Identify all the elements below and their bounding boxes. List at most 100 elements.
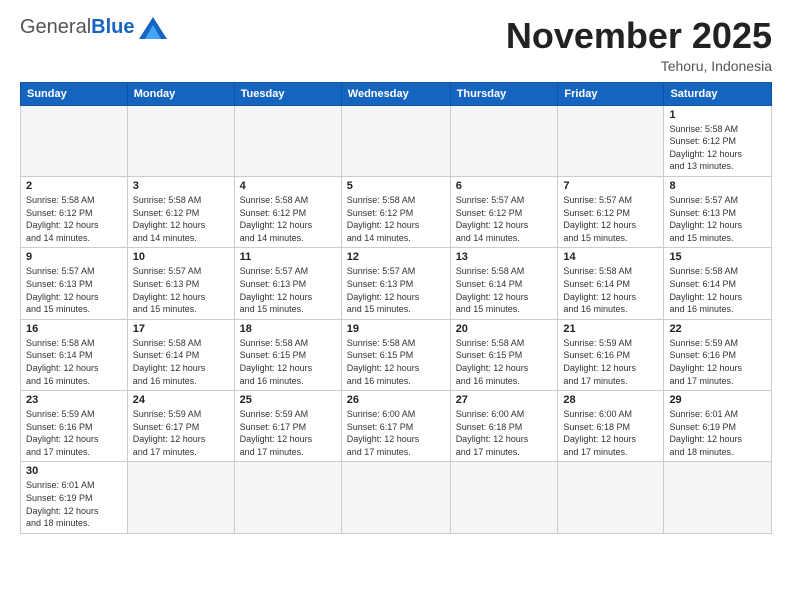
table-row bbox=[127, 462, 234, 533]
day-number: 25 bbox=[240, 394, 336, 406]
day-info: Sunrise: 5:58 AM Sunset: 6:14 PM Dayligh… bbox=[669, 265, 766, 315]
calendar-row: 1 Sunrise: 5:58 AM Sunset: 6:12 PM Daylig… bbox=[21, 105, 772, 176]
table-row: 17Sunrise: 5:58 AM Sunset: 6:14 PM Dayli… bbox=[127, 319, 234, 390]
day-number: 12 bbox=[347, 251, 445, 263]
day-number: 19 bbox=[347, 323, 445, 335]
day-number: 2 bbox=[26, 180, 122, 192]
col-thursday: Thursday bbox=[450, 82, 558, 105]
table-row bbox=[558, 105, 664, 176]
day-number: 16 bbox=[26, 323, 122, 335]
calendar-row: 30Sunrise: 6:01 AM Sunset: 6:19 PM Dayli… bbox=[21, 462, 772, 533]
day-info: Sunrise: 5:58 AM Sunset: 6:14 PM Dayligh… bbox=[26, 337, 122, 387]
logo-icon bbox=[139, 17, 167, 39]
table-row: 13 Sunrise: 5:58 AM Sunset: 6:14 PM Dayli… bbox=[450, 248, 558, 319]
day-number: 21 bbox=[563, 323, 658, 335]
table-row: 2 Sunrise: 5:58 AM Sunset: 6:12 PM Daylig… bbox=[21, 176, 128, 247]
table-row: 10 Sunrise: 5:57 AM Sunset: 6:13 PM Dayli… bbox=[127, 248, 234, 319]
table-row: 27 Sunrise: 6:00 AM Sunset: 6:18 PM Dayli… bbox=[450, 391, 558, 462]
table-row bbox=[341, 462, 450, 533]
day-info: Sunrise: 5:58 AM Sunset: 6:15 PM Dayligh… bbox=[240, 337, 336, 387]
table-row: 21Sunrise: 5:59 AM Sunset: 6:16 PM Dayli… bbox=[558, 319, 664, 390]
table-row: 4 Sunrise: 5:58 AM Sunset: 6:12 PM Daylig… bbox=[234, 176, 341, 247]
col-sunday: Sunday bbox=[21, 82, 128, 105]
day-info: Sunrise: 5:58 AM Sunset: 6:15 PM Dayligh… bbox=[456, 337, 553, 387]
table-row bbox=[21, 105, 128, 176]
day-info: Sunrise: 5:58 AM Sunset: 6:12 PM Dayligh… bbox=[133, 194, 229, 244]
table-row: 25 Sunrise: 5:59 AM Sunset: 6:17 PM Dayli… bbox=[234, 391, 341, 462]
day-info: Sunrise: 5:59 AM Sunset: 6:16 PM Dayligh… bbox=[26, 408, 122, 458]
table-row bbox=[450, 462, 558, 533]
table-row: 6Sunrise: 5:57 AM Sunset: 6:12 PM Daylig… bbox=[450, 176, 558, 247]
day-info: Sunrise: 6:00 AM Sunset: 6:18 PM Dayligh… bbox=[456, 408, 553, 458]
col-wednesday: Wednesday bbox=[341, 82, 450, 105]
day-number: 5 bbox=[347, 180, 445, 192]
day-info: Sunrise: 5:58 AM Sunset: 6:15 PM Dayligh… bbox=[347, 337, 445, 387]
calendar-header-row: Sunday Monday Tuesday Wednesday Thursday… bbox=[21, 82, 772, 105]
day-number: 23 bbox=[26, 394, 122, 406]
day-info: Sunrise: 5:57 AM Sunset: 6:13 PM Dayligh… bbox=[26, 265, 122, 315]
day-info: Sunrise: 6:00 AM Sunset: 6:17 PM Dayligh… bbox=[347, 408, 445, 458]
table-row: 18 Sunrise: 5:58 AM Sunset: 6:15 PM Dayli… bbox=[234, 319, 341, 390]
table-row: 22 Sunrise: 5:59 AM Sunset: 6:16 PM Dayli… bbox=[664, 319, 772, 390]
day-info: Sunrise: 5:57 AM Sunset: 6:13 PM Dayligh… bbox=[133, 265, 229, 315]
table-row: 9 Sunrise: 5:57 AM Sunset: 6:13 PM Daylig… bbox=[21, 248, 128, 319]
day-number: 10 bbox=[133, 251, 229, 263]
day-number: 7 bbox=[563, 180, 658, 192]
day-number: 30 bbox=[26, 465, 122, 477]
table-row bbox=[341, 105, 450, 176]
header: General Blue November 2025 Tehoru, Indon… bbox=[20, 16, 772, 74]
table-row: 28Sunrise: 6:00 AM Sunset: 6:18 PM Dayli… bbox=[558, 391, 664, 462]
table-row: 24Sunrise: 5:59 AM Sunset: 6:17 PM Dayli… bbox=[127, 391, 234, 462]
col-tuesday: Tuesday bbox=[234, 82, 341, 105]
table-row: 15 Sunrise: 5:58 AM Sunset: 6:14 PM Dayli… bbox=[664, 248, 772, 319]
day-number: 27 bbox=[456, 394, 553, 406]
day-info: Sunrise: 6:01 AM Sunset: 6:19 PM Dayligh… bbox=[669, 408, 766, 458]
day-number: 14 bbox=[563, 251, 658, 263]
table-row: 5 Sunrise: 5:58 AM Sunset: 6:12 PM Daylig… bbox=[341, 176, 450, 247]
page: General Blue November 2025 Tehoru, Indon… bbox=[0, 0, 792, 612]
day-number: 1 bbox=[669, 109, 766, 121]
table-row: 1 Sunrise: 5:58 AM Sunset: 6:12 PM Daylig… bbox=[664, 105, 772, 176]
day-info: Sunrise: 5:58 AM Sunset: 6:12 PM Dayligh… bbox=[669, 123, 766, 173]
day-info: Sunrise: 6:00 AM Sunset: 6:18 PM Dayligh… bbox=[563, 408, 658, 458]
table-row bbox=[234, 105, 341, 176]
col-monday: Monday bbox=[127, 82, 234, 105]
logo-general-text: General bbox=[20, 16, 91, 39]
day-info: Sunrise: 5:58 AM Sunset: 6:14 PM Dayligh… bbox=[563, 265, 658, 315]
day-number: 13 bbox=[456, 251, 553, 263]
table-row: 3Sunrise: 5:58 AM Sunset: 6:12 PM Daylig… bbox=[127, 176, 234, 247]
table-row: 8Sunrise: 5:57 AM Sunset: 6:13 PM Daylig… bbox=[664, 176, 772, 247]
day-info: Sunrise: 5:57 AM Sunset: 6:13 PM Dayligh… bbox=[347, 265, 445, 315]
day-number: 15 bbox=[669, 251, 766, 263]
month-title: November 2025 bbox=[506, 16, 772, 56]
day-info: Sunrise: 5:58 AM Sunset: 6:14 PM Dayligh… bbox=[456, 265, 553, 315]
table-row bbox=[234, 462, 341, 533]
day-number: 9 bbox=[26, 251, 122, 263]
day-number: 22 bbox=[669, 323, 766, 335]
table-row: 19 Sunrise: 5:58 AM Sunset: 6:15 PM Dayli… bbox=[341, 319, 450, 390]
title-block: November 2025 Tehoru, Indonesia bbox=[506, 16, 772, 74]
day-info: Sunrise: 5:58 AM Sunset: 6:12 PM Dayligh… bbox=[26, 194, 122, 244]
day-info: Sunrise: 5:59 AM Sunset: 6:17 PM Dayligh… bbox=[133, 408, 229, 458]
table-row: 12 Sunrise: 5:57 AM Sunset: 6:13 PM Dayli… bbox=[341, 248, 450, 319]
day-info: Sunrise: 5:59 AM Sunset: 6:17 PM Dayligh… bbox=[240, 408, 336, 458]
day-number: 4 bbox=[240, 180, 336, 192]
day-number: 29 bbox=[669, 394, 766, 406]
day-info: Sunrise: 5:57 AM Sunset: 6:12 PM Dayligh… bbox=[563, 194, 658, 244]
table-row: 14 Sunrise: 5:58 AM Sunset: 6:14 PM Dayli… bbox=[558, 248, 664, 319]
table-row bbox=[450, 105, 558, 176]
col-saturday: Saturday bbox=[664, 82, 772, 105]
logo: General Blue bbox=[20, 16, 167, 39]
day-info: Sunrise: 5:57 AM Sunset: 6:13 PM Dayligh… bbox=[240, 265, 336, 315]
col-friday: Friday bbox=[558, 82, 664, 105]
table-row bbox=[664, 462, 772, 533]
table-row bbox=[127, 105, 234, 176]
table-row: 16 Sunrise: 5:58 AM Sunset: 6:14 PM Dayli… bbox=[21, 319, 128, 390]
day-number: 18 bbox=[240, 323, 336, 335]
table-row: 26Sunrise: 6:00 AM Sunset: 6:17 PM Dayli… bbox=[341, 391, 450, 462]
day-info: Sunrise: 5:58 AM Sunset: 6:12 PM Dayligh… bbox=[347, 194, 445, 244]
day-info: Sunrise: 5:58 AM Sunset: 6:12 PM Dayligh… bbox=[240, 194, 336, 244]
table-row: 29 Sunrise: 6:01 AM Sunset: 6:19 PM Dayli… bbox=[664, 391, 772, 462]
day-info: Sunrise: 5:59 AM Sunset: 6:16 PM Dayligh… bbox=[669, 337, 766, 387]
table-row: 20Sunrise: 5:58 AM Sunset: 6:15 PM Dayli… bbox=[450, 319, 558, 390]
